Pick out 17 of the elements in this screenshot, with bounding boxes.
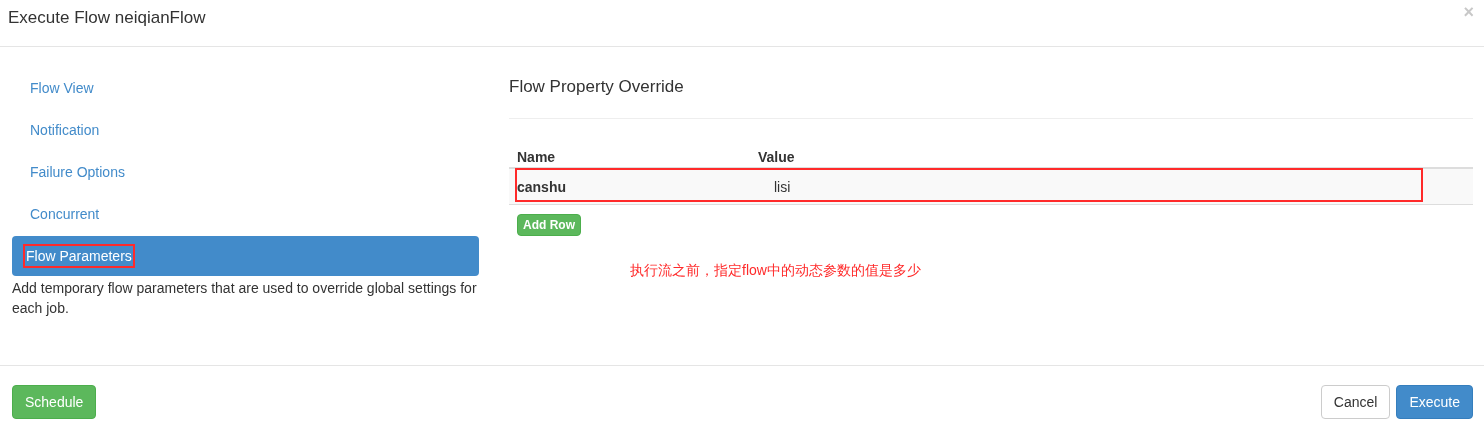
description-text: Add temporary flow parameters that are used to override global settings for each job. bbox=[12, 279, 478, 318]
nav-item[interactable]: Notification bbox=[12, 110, 479, 150]
add-row-button[interactable]: Add Row bbox=[517, 214, 581, 236]
footer-button[interactable]: Cancel bbox=[1320, 385, 1391, 419]
nav-item[interactable]: Failure Options bbox=[12, 152, 479, 192]
table-cell-text: canshu bbox=[516, 178, 567, 195]
nav-item[interactable]: Flow Parameters bbox=[12, 236, 479, 276]
annotation-text: 执行流之前，指定flow中的动态参数的值是多少 bbox=[630, 262, 922, 280]
section-heading: Flow Property Override bbox=[509, 76, 685, 98]
nav-item[interactable]: Flow View bbox=[12, 68, 479, 108]
nav-item[interactable]: Concurrent bbox=[12, 194, 479, 234]
footer-button[interactable]: Execute bbox=[1396, 385, 1473, 419]
dialog-title: Execute Flow neiqianFlow bbox=[8, 7, 206, 29]
footer-button[interactable]: Schedule bbox=[12, 385, 97, 419]
table-cell-text: lisi bbox=[773, 178, 792, 195]
column-header: Value bbox=[757, 148, 796, 167]
column-header: Name bbox=[516, 148, 557, 167]
